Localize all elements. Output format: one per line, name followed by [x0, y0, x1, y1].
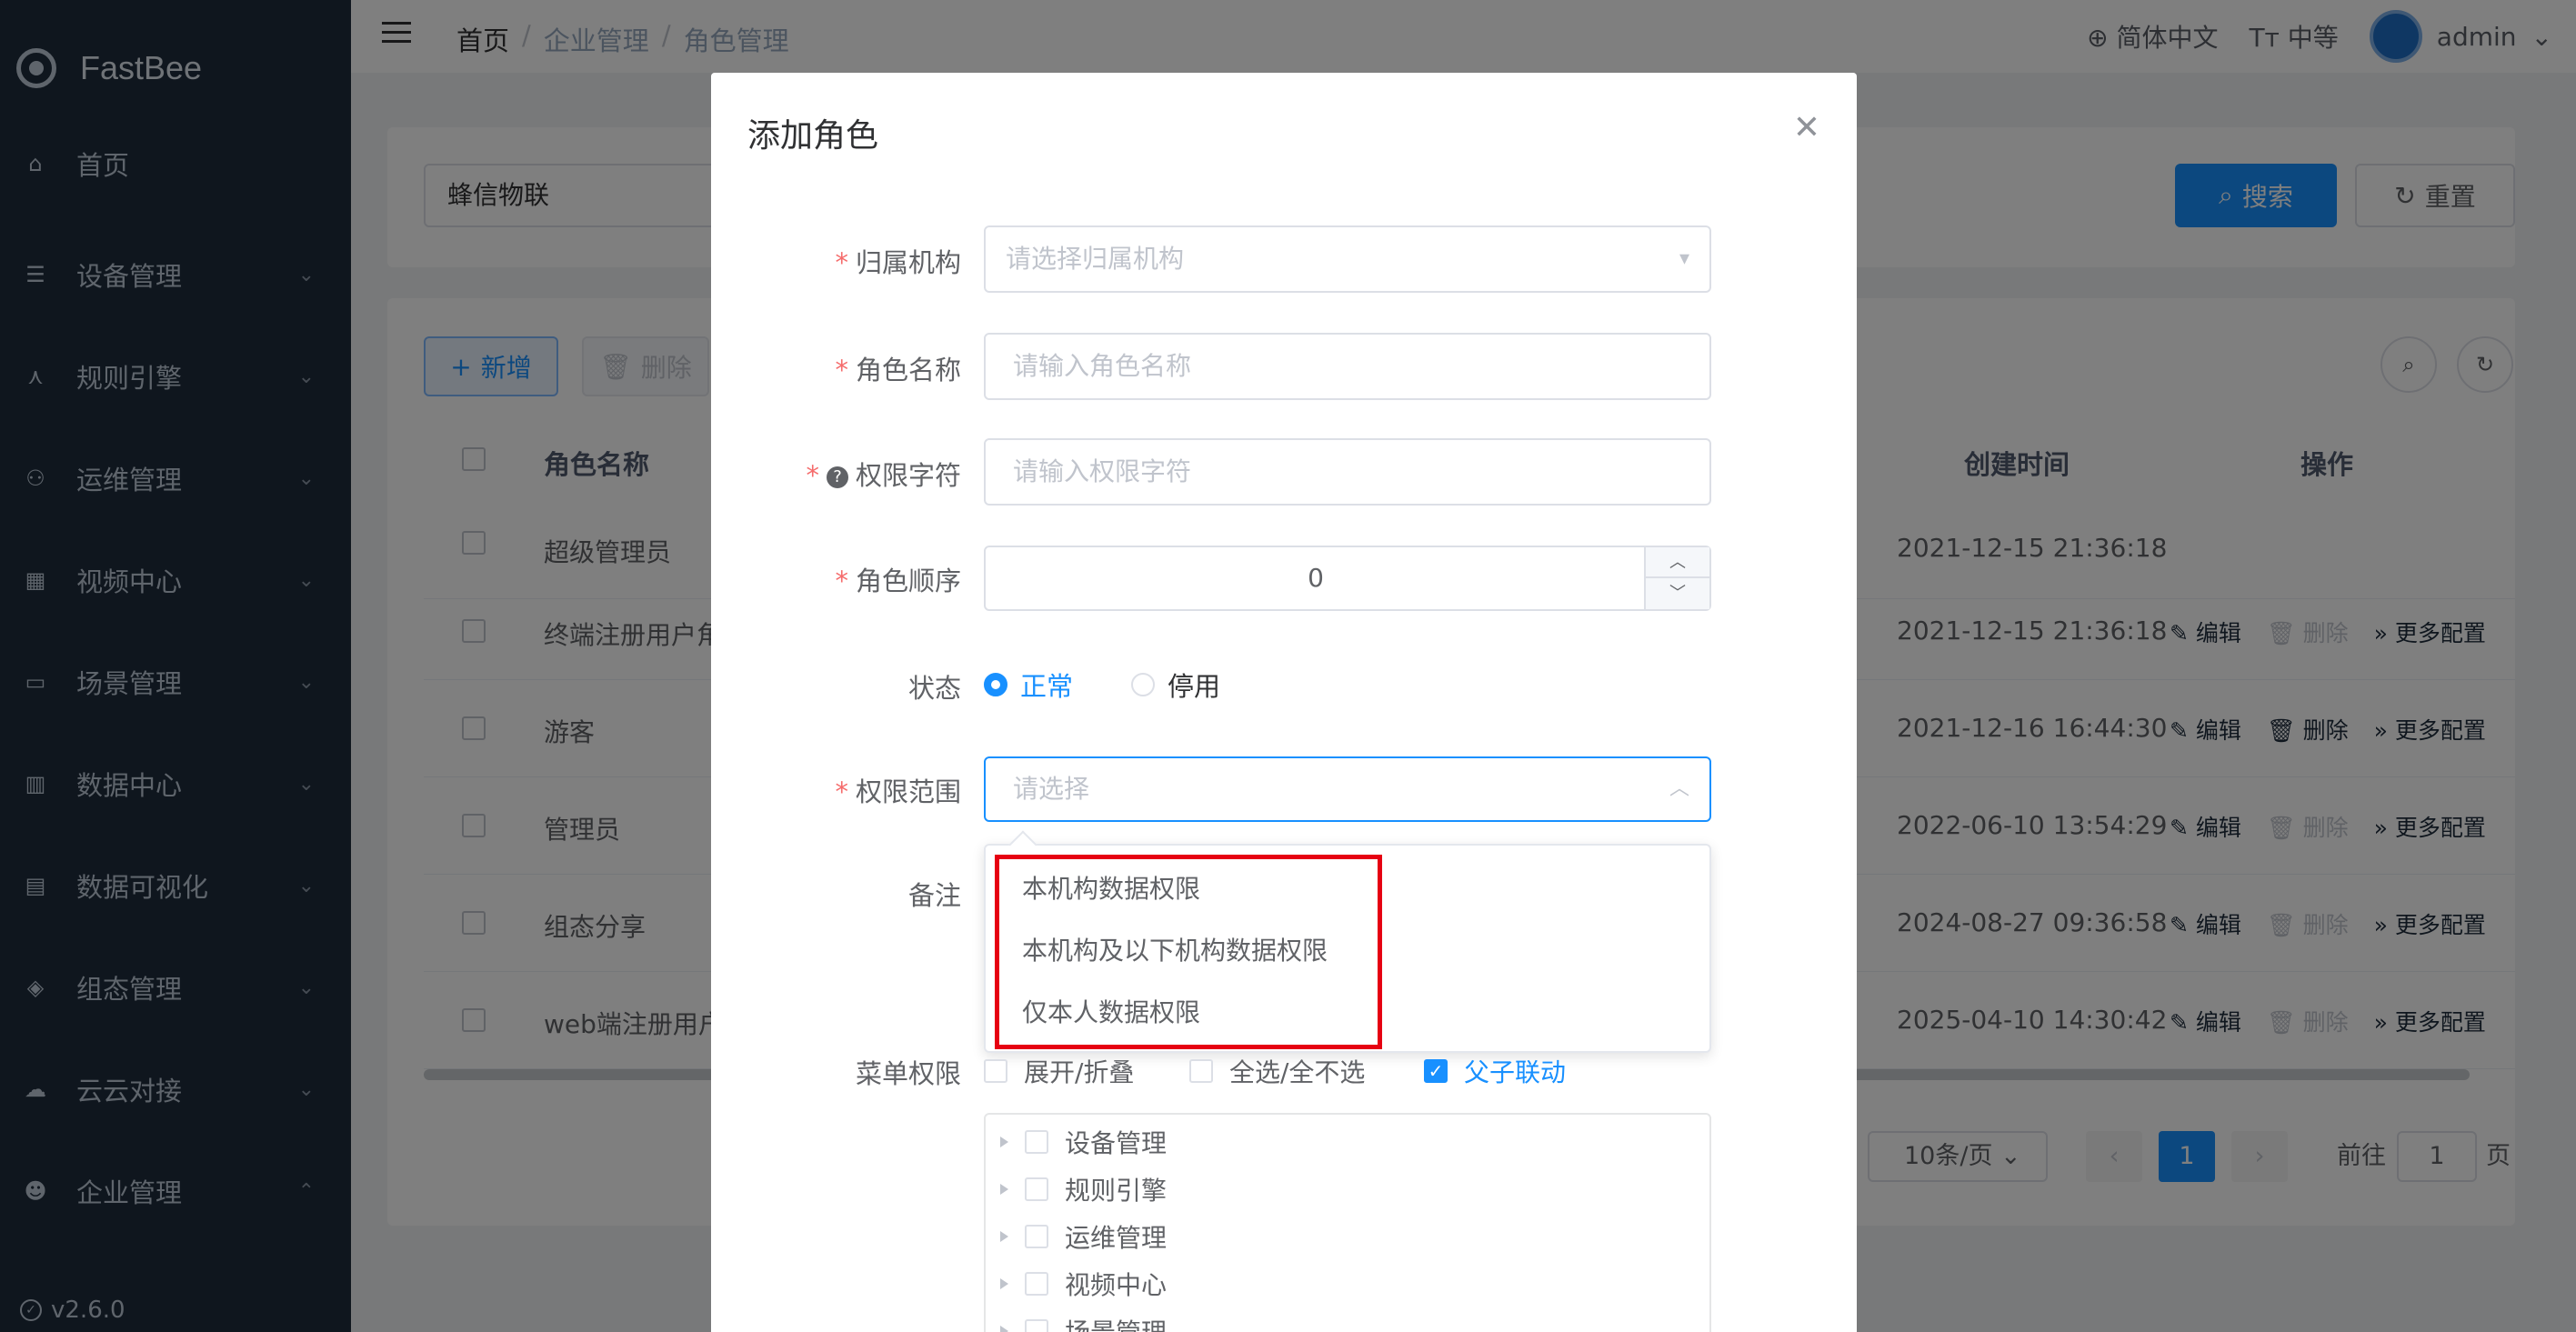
parent-child-linkage-checkbox[interactable]: ✓ 父子联动	[1424, 1053, 1566, 1089]
scope-dropdown: 本机构数据权限 本机构及以下机构数据权限 仅本人数据权限	[984, 844, 1711, 1053]
scope-label-text: 权限范围	[855, 776, 961, 807]
status-normal-radio[interactable]: 正常	[984, 666, 1073, 704]
role-name-placeholder: 请输入角色名称	[1013, 351, 1192, 381]
scope-option[interactable]: 本机构及以下机构数据权限	[1022, 931, 1328, 967]
dialog-title: 添加角色	[747, 117, 879, 155]
tree-node-label: 设备管理	[1065, 1128, 1168, 1158]
scope-select[interactable]: 请选择 ︿	[984, 756, 1711, 822]
tree-node-checkbox[interactable]	[1025, 1177, 1048, 1201]
status-normal-label: 正常	[1020, 671, 1074, 702]
tree-node-label: 视频中心	[1065, 1270, 1168, 1300]
tree-node-label: 规则引擎	[1065, 1176, 1168, 1206]
tree-node[interactable]: 规则引擎	[1000, 1171, 1167, 1207]
scope-placeholder: 请选择	[1013, 774, 1090, 804]
tree-node[interactable]: 运维管理	[1000, 1218, 1167, 1255]
org-label-text: 归属机构	[855, 247, 961, 278]
tree-node-checkbox[interactable]	[1025, 1319, 1048, 1332]
tree-node[interactable]: 视频中心	[1000, 1266, 1167, 1302]
tree-node-checkbox[interactable]	[1025, 1272, 1048, 1296]
select-all-checkbox[interactable]: 全选/全不选	[1189, 1053, 1365, 1089]
expand-collapse-checkbox[interactable]: 展开/折叠	[984, 1053, 1134, 1089]
add-role-dialog: 添加角色 ✕ * 归属机构 请选择归属机构 ▾ * 角色名称 请输入角色名称 *? 权限…	[711, 73, 1857, 1332]
role-order-stepper[interactable]: 0 ︿ ﹀	[984, 546, 1711, 611]
decrement-icon[interactable]: ﹀	[1646, 578, 1709, 609]
role-name-label-text: 角色名称	[855, 355, 961, 386]
caret-down-icon: ▾	[1679, 247, 1689, 270]
menu-perm-label: 菜单权限	[855, 1058, 961, 1089]
tree-node-checkbox[interactable]	[1025, 1130, 1048, 1154]
expand-collapse-label: 展开/折叠	[1024, 1057, 1135, 1087]
tree-node[interactable]: 场景管理	[1000, 1313, 1167, 1332]
menu-tree: 设备管理 规则引擎 运维管理 视频中心 场景管理	[984, 1113, 1711, 1332]
close-icon[interactable]: ✕	[1793, 109, 1820, 146]
perm-key-label: *? 权限字符	[806, 460, 961, 491]
caret-right-icon[interactable]	[1000, 1137, 1008, 1147]
tree-node[interactable]: 设备管理	[1000, 1124, 1167, 1160]
caret-right-icon[interactable]	[1000, 1278, 1008, 1289]
perm-key-placeholder: 请输入权限字符	[1013, 456, 1192, 486]
tree-node-checkbox[interactable]	[1025, 1225, 1048, 1248]
caret-right-icon[interactable]	[1000, 1231, 1008, 1242]
org-placeholder: 请选择归属机构	[1006, 244, 1185, 274]
chevron-up-icon: ︿	[1669, 777, 1689, 800]
role-name-input[interactable]: 请输入角色名称	[984, 333, 1711, 400]
perm-key-label-text: 权限字符	[855, 460, 961, 491]
role-name-label: * 角色名称	[835, 355, 961, 386]
status-disabled-label: 停用	[1168, 671, 1221, 702]
org-select[interactable]: 请选择归属机构 ▾	[984, 225, 1711, 293]
scope-option[interactable]: 本机构数据权限	[1022, 869, 1200, 906]
tree-node-label: 场景管理	[1065, 1313, 1167, 1332]
scope-option[interactable]: 仅本人数据权限	[1022, 993, 1200, 1029]
remark-label: 备注	[907, 880, 961, 911]
perm-key-input[interactable]: 请输入权限字符	[984, 438, 1711, 506]
tree-node-label: 运维管理	[1065, 1223, 1168, 1253]
scope-label: * 权限范围	[835, 776, 961, 807]
linkage-label: 父子联动	[1464, 1057, 1567, 1087]
role-order-value: 0	[1308, 563, 1324, 593]
status-label: 状态	[907, 673, 961, 704]
select-all-label: 全选/全不选	[1229, 1057, 1366, 1087]
org-label: * 归属机构	[835, 247, 961, 278]
check-icon: ✓	[1424, 1059, 1448, 1083]
role-order-label: * 角色顺序	[835, 566, 961, 596]
status-disabled-radio[interactable]: 停用	[1131, 666, 1220, 704]
role-order-label-text: 角色顺序	[855, 566, 961, 596]
caret-right-icon[interactable]	[1000, 1184, 1008, 1195]
increment-icon[interactable]: ︿	[1646, 547, 1709, 578]
caret-right-icon[interactable]	[1000, 1326, 1008, 1332]
question-icon[interactable]: ?	[826, 466, 848, 488]
